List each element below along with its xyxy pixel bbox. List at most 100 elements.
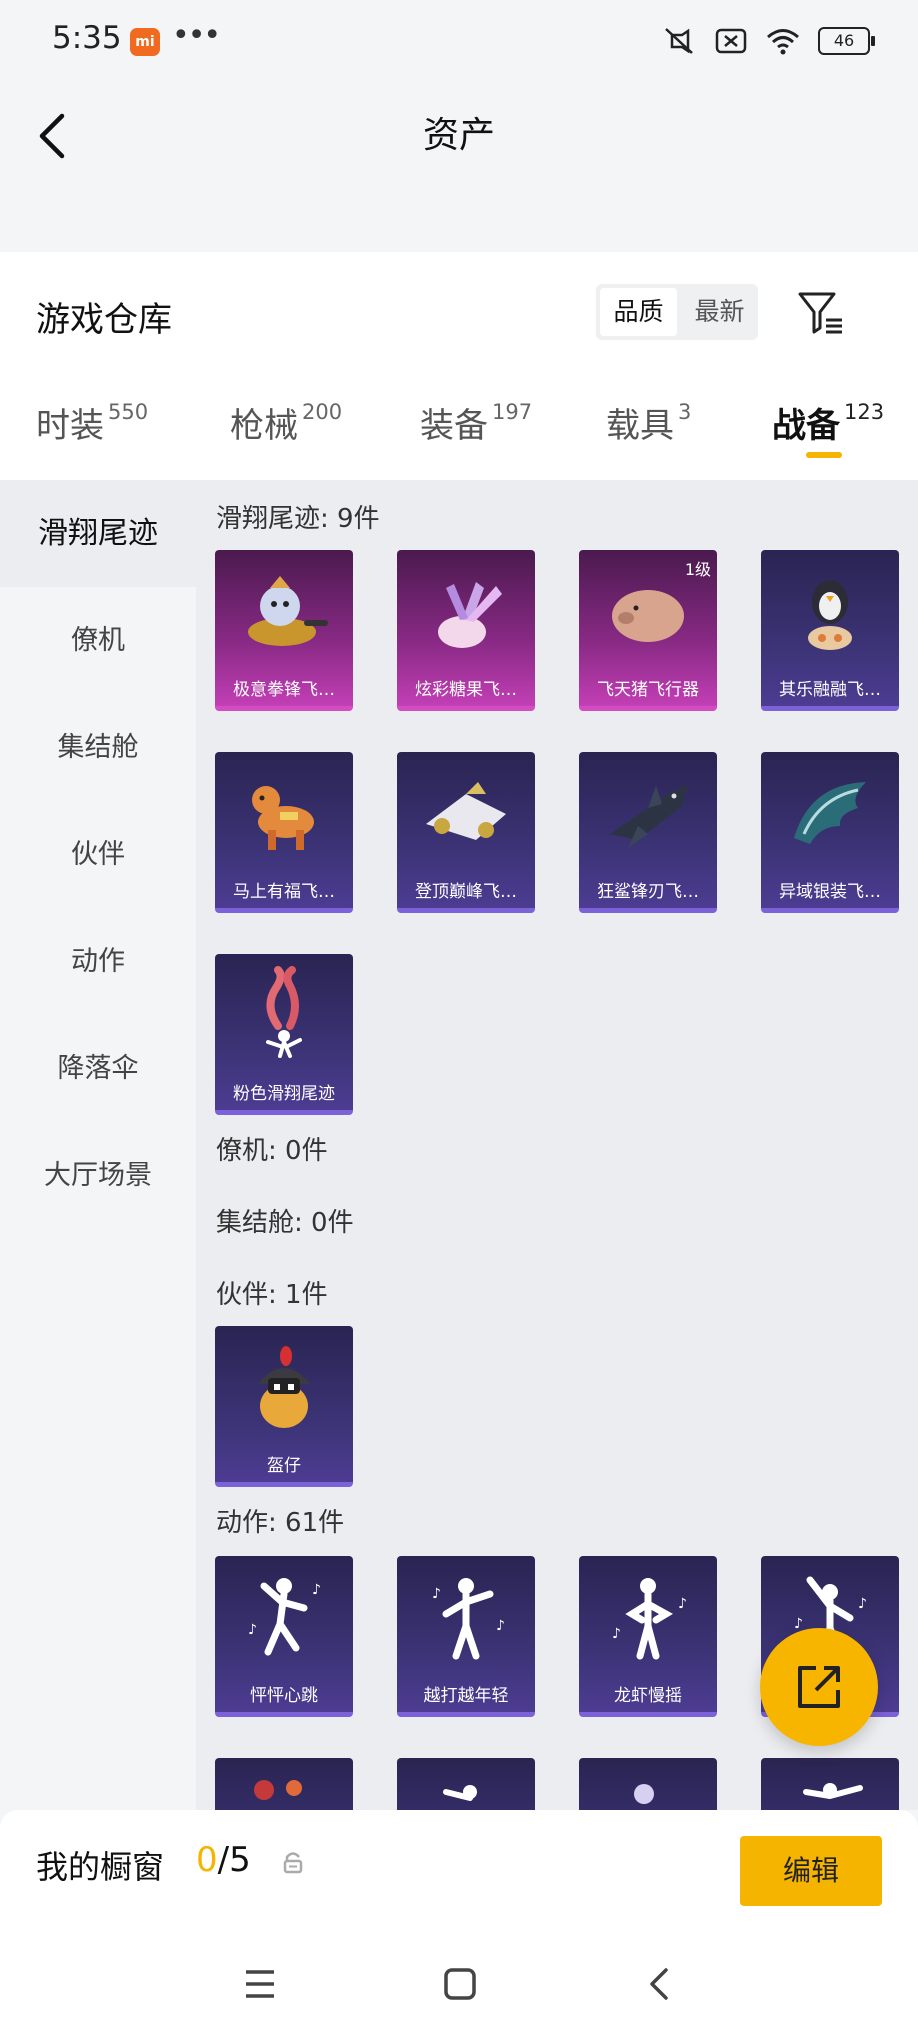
lock-icon xyxy=(283,1852,303,1874)
item-card[interactable]: ♪ ♪ 怦怦心跳 xyxy=(215,1556,353,1717)
tab-label: 时装 xyxy=(36,406,104,446)
tab-label: 枪械 xyxy=(230,406,298,446)
item-card[interactable] xyxy=(579,1758,717,1810)
item-card[interactable]: 其乐融融飞… xyxy=(761,550,899,711)
item-name: 狂鲨锋刃飞… xyxy=(597,882,699,902)
dance-pose-icon xyxy=(803,1783,863,1799)
item-card[interactable]: 盔仔 xyxy=(215,1326,353,1487)
system-nav-bar xyxy=(0,1922,918,2040)
tab-firearms[interactable]: 枪械 200 xyxy=(230,398,342,447)
share-button[interactable] xyxy=(760,1628,878,1746)
warehouse-title: 游戏仓库 xyxy=(36,300,172,340)
section-title-wingman: 僚机: 0件 xyxy=(216,1136,328,1166)
item-card[interactable]: ♪ ♪ 龙虾慢摇 xyxy=(579,1556,717,1717)
edit-button[interactable]: 编辑 xyxy=(740,1836,882,1906)
nav-back-icon[interactable] xyxy=(640,1964,680,2004)
dance-pose-icon: ♪♪ xyxy=(432,1578,505,1660)
wifi-icon xyxy=(767,29,799,55)
item-name: 粉色滑翔尾迹 xyxy=(233,1084,335,1104)
tab-label: 载具 xyxy=(606,406,674,446)
pig-glider-icon xyxy=(612,590,684,642)
tab-count: 3 xyxy=(678,400,692,424)
battery-indicator: 46 xyxy=(818,27,875,55)
showcase-label: 我的橱窗 xyxy=(36,1848,165,1886)
filter-icon[interactable] xyxy=(796,288,846,338)
kitten-glider-icon xyxy=(248,576,328,646)
sidebar-item-pod[interactable]: 集结舱 xyxy=(0,694,196,801)
item-name: 异域银装飞… xyxy=(779,882,881,902)
item-card[interactable]: 狂鲨锋刃飞… xyxy=(579,752,717,913)
page-title: 资产 xyxy=(422,115,495,156)
tab-label: 装备 xyxy=(420,406,488,446)
dance-pose-icon: ♪♪ xyxy=(248,1578,321,1656)
sidebar-item-parachute[interactable]: 降落伞 xyxy=(0,1015,196,1122)
showcase-panel: 我的橱窗 0/5 编辑 xyxy=(0,1810,918,1922)
share-icon xyxy=(798,1666,840,1708)
tab-fashion[interactable]: 时装 550 xyxy=(36,398,148,447)
dance-pose-icon xyxy=(443,1785,477,1801)
sidebar-item-glide-trail[interactable]: 滑翔尾迹 xyxy=(0,480,196,587)
svg-text:♪: ♪ xyxy=(612,1626,621,1642)
sidebar-item-wingman[interactable]: 僚机 xyxy=(0,587,196,694)
svg-text:♪: ♪ xyxy=(312,1582,321,1598)
section-title-glide-trail: 滑翔尾迹: 9件 xyxy=(216,504,380,534)
top-bar: 资产 xyxy=(0,84,918,252)
showcase-used: 0 xyxy=(196,1840,218,1880)
svg-text:♪: ♪ xyxy=(496,1618,505,1634)
jet-glider-icon xyxy=(426,782,506,840)
tab-battle-prep[interactable]: 战备 123 xyxy=(772,398,884,447)
tab-count: 197 xyxy=(492,400,533,424)
item-card[interactable]: ♪ ♪ 越打越年轻 xyxy=(397,1556,535,1717)
subcategory-sidebar: 滑翔尾迹 僚机 集结舱 伙伴 动作 降落伞 大厅场景 xyxy=(0,480,196,1810)
item-card[interactable]: 异域银装飞… xyxy=(761,752,899,913)
svg-text:♪: ♪ xyxy=(678,1596,687,1612)
tab-count: 550 xyxy=(108,400,149,424)
item-card[interactable] xyxy=(397,1758,535,1810)
sort-newest-option[interactable]: 最新 xyxy=(681,284,758,340)
item-name: 怦怦心跳 xyxy=(250,1686,318,1706)
shark-glider-icon xyxy=(610,784,688,848)
home-icon[interactable] xyxy=(440,1964,480,2004)
mi-app-icon: mi xyxy=(130,28,160,56)
item-card[interactable]: 马上有福飞… xyxy=(215,752,353,913)
item-name: 极意拳锋飞… xyxy=(233,680,335,700)
item-name: 马上有福飞… xyxy=(233,882,335,902)
sidebar-item-lobby-scene[interactable]: 大厅场景 xyxy=(0,1122,196,1229)
sim-blocked-icon xyxy=(715,28,747,54)
item-card[interactable] xyxy=(215,1758,353,1810)
svg-text:♪: ♪ xyxy=(248,1622,257,1638)
item-name: 越打越年轻 xyxy=(423,1686,509,1706)
item-name: 飞天猪飞行器 xyxy=(597,680,699,700)
item-card[interactable]: 登顶巅峰飞… xyxy=(397,752,535,913)
helmet-chick-icon xyxy=(258,1346,310,1428)
items-content[interactable]: 滑翔尾迹: 9件 极意拳锋飞… 炫彩糖果飞… 1级 飞天猪飞行器 其乐融融飞… … xyxy=(196,480,918,1810)
tab-equipment[interactable]: 装备 197 xyxy=(420,398,532,447)
category-tabs: 时装 550 枪械 200 装备 197 载具 3 战备 123 xyxy=(0,372,918,480)
status-time: 5:35 xyxy=(52,20,122,56)
item-name: 炫彩糖果飞… xyxy=(415,680,517,700)
candy-glider-icon xyxy=(438,582,502,648)
sort-toggle: 品质 最新 xyxy=(596,284,758,340)
showcase-total: /5 xyxy=(217,1840,251,1880)
more-notifications-icon: ••• xyxy=(172,18,221,53)
item-name: 盔仔 xyxy=(267,1456,301,1476)
showcase-count: 0/5 xyxy=(196,1840,251,1880)
section-title-emote: 动作: 61件 xyxy=(216,1508,345,1538)
sort-quality-option[interactable]: 品质 xyxy=(600,288,677,336)
item-card[interactable]: 炫彩糖果飞… xyxy=(397,550,535,711)
pink-smoke-trail-icon xyxy=(266,966,302,1058)
wing-glider-icon xyxy=(794,782,866,844)
sidebar-item-emote[interactable]: 动作 xyxy=(0,908,196,1015)
tab-label: 战备 xyxy=(772,406,840,446)
tab-vehicles[interactable]: 载具 3 xyxy=(606,398,691,447)
item-card[interactable]: 粉色滑翔尾迹 xyxy=(215,954,353,1115)
item-card[interactable]: 1级 飞天猪飞行器 xyxy=(579,550,717,711)
svg-text:♪: ♪ xyxy=(858,1596,867,1612)
tab-count: 200 xyxy=(302,400,343,424)
menu-icon[interactable] xyxy=(240,1964,280,2004)
penguin-glider-icon xyxy=(808,580,852,650)
item-card[interactable] xyxy=(761,1758,899,1810)
active-tab-indicator xyxy=(806,452,842,458)
sidebar-item-partner[interactable]: 伙伴 xyxy=(0,801,196,908)
item-card[interactable]: 极意拳锋飞… xyxy=(215,550,353,711)
